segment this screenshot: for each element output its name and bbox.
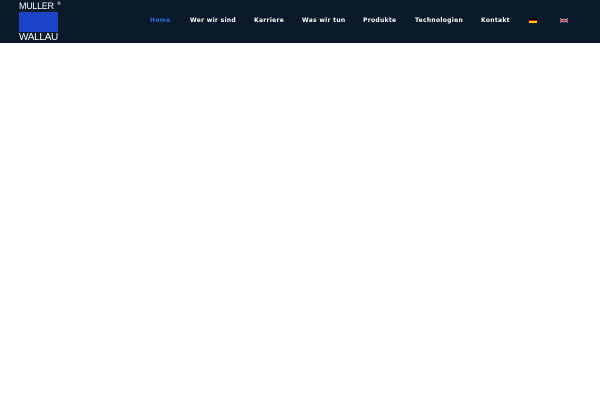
nav-item-was-wir-tun[interactable]: Was wir tun [302, 17, 345, 25]
site-header: MULLER ® WALLAU Home Wer wir sind Karrie… [0, 0, 600, 43]
page-content [0, 43, 600, 400]
nav-item-kontakt[interactable]: Kontakt [481, 17, 510, 25]
nav-item-karriere[interactable]: Karriere [254, 17, 284, 25]
german-flag-icon[interactable] [529, 18, 537, 23]
main-navigation: Home Wer wir sind Karriere Was wir tun P… [0, 0, 600, 43]
nav-item-home[interactable]: Home [150, 17, 171, 25]
nav-item-technologien[interactable]: Technologien [415, 17, 463, 25]
nav-item-wer-wir-sind[interactable]: Wer wir sind [190, 17, 236, 25]
uk-flag-icon[interactable] [560, 18, 568, 23]
nav-item-produkte[interactable]: Produkte [363, 17, 396, 25]
